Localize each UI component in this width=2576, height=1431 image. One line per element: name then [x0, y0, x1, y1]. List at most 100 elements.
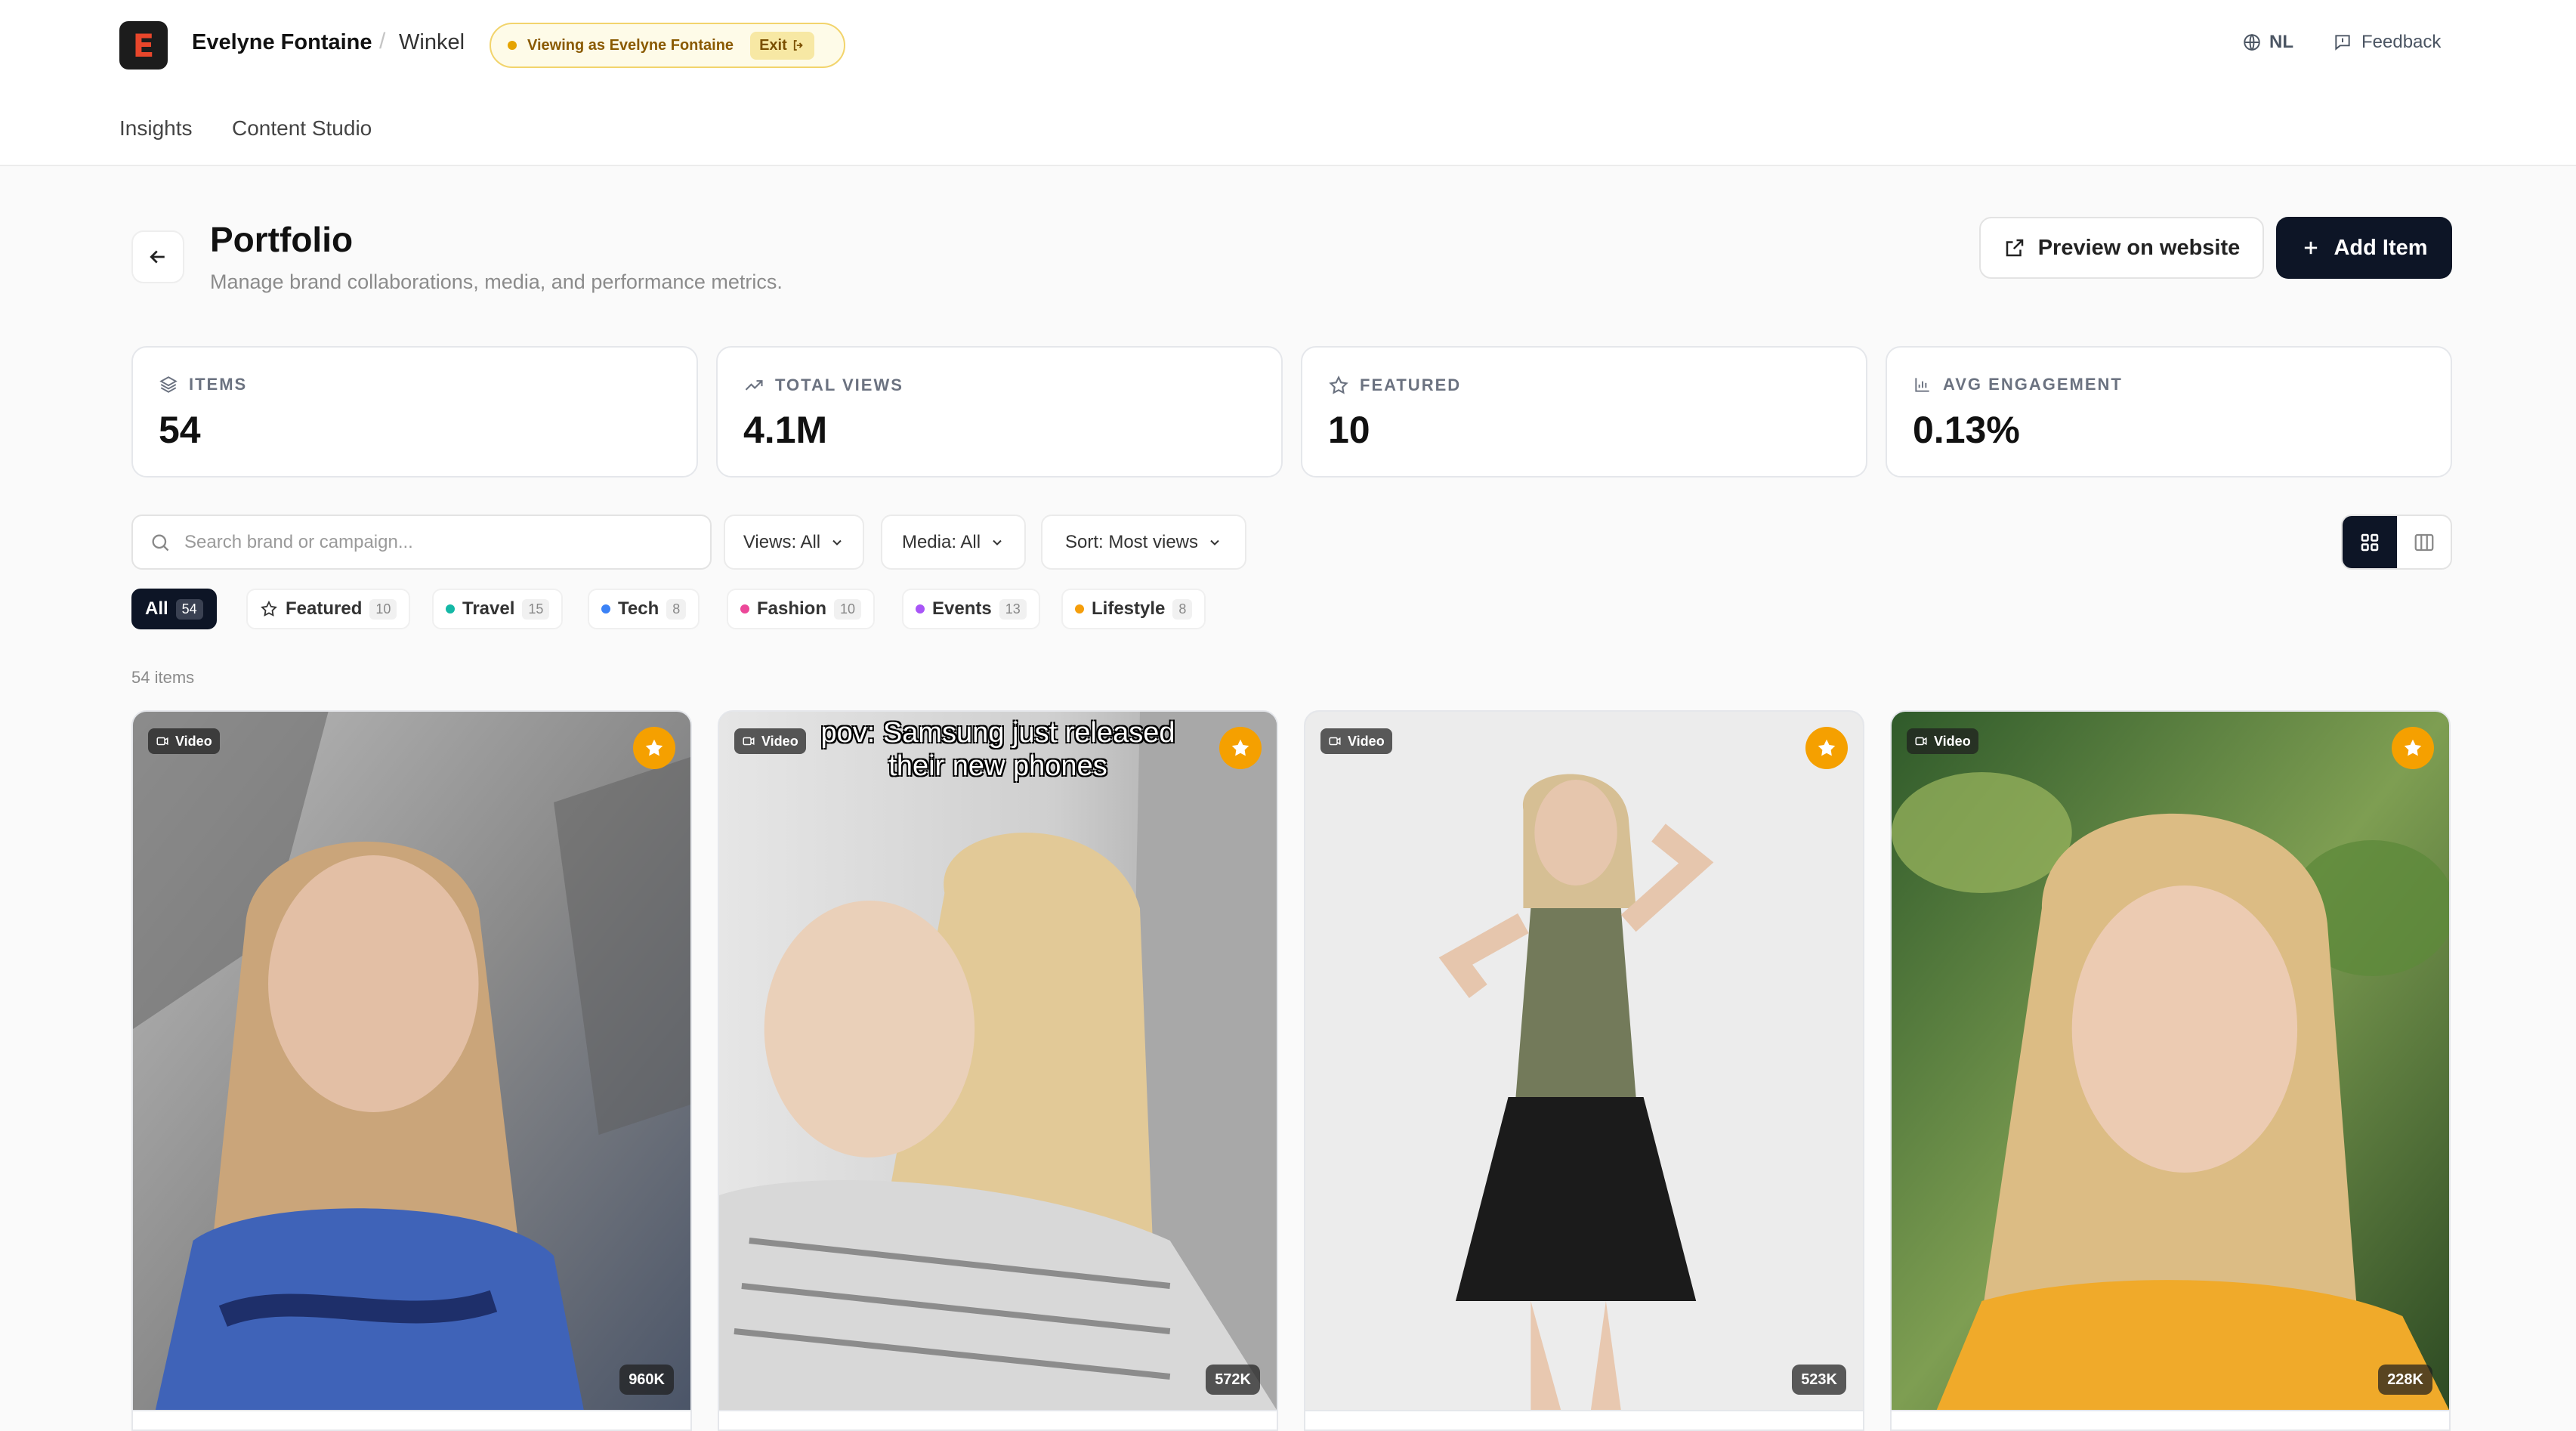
star-icon — [1329, 376, 1348, 394]
media-type-label: Video — [1934, 733, 1971, 749]
search-input[interactable] — [184, 531, 683, 553]
stat-value: 4.1M — [743, 409, 828, 451]
chip-lifestyle[interactable]: Lifestyle 8 — [1061, 589, 1206, 629]
plus-icon — [2305, 241, 2318, 255]
chip-count: 8 — [666, 598, 687, 620]
featured-star-button[interactable] — [1805, 727, 1848, 769]
search-box[interactable] — [131, 515, 712, 570]
chip-count: 15 — [522, 598, 550, 620]
top-bar: E Evelyne Fontaine / Winkel Viewing as E… — [0, 0, 2576, 166]
chip-label: Tech — [618, 598, 659, 619]
stat-card-avg-engagement: AVG ENGAGEMENT 0.13% — [1886, 346, 2452, 478]
media-filter-dropdown[interactable]: Media: All — [881, 515, 1026, 570]
chip-all[interactable]: All 54 — [131, 589, 217, 629]
app-logo[interactable]: E — [119, 21, 168, 70]
chip-travel[interactable]: Travel 15 — [432, 589, 564, 629]
star-outline-icon — [261, 600, 277, 617]
chip-label: Featured — [286, 598, 363, 619]
views-badge: 572K — [1206, 1365, 1260, 1395]
chip-label: Lifestyle — [1092, 598, 1166, 619]
add-item-label: Add Item — [2334, 235, 2428, 260]
chip-label: Travel — [462, 598, 515, 619]
media-filter-label: Media: All — [901, 531, 981, 552]
back-button[interactable] — [131, 230, 184, 283]
video-icon — [1329, 737, 1341, 746]
chip-tech[interactable]: Tech 8 — [588, 589, 700, 629]
caption-line: their new phones — [888, 750, 1107, 782]
views-badge: 523K — [1792, 1365, 1846, 1395]
views-filter-label: Views: All — [743, 531, 821, 552]
star-filled-icon — [1818, 739, 1836, 756]
exit-button[interactable]: Exit — [750, 31, 814, 60]
portfolio-card[interactable]: Video 960K — [131, 710, 692, 1431]
chip-fashion[interactable]: Fashion 10 — [727, 589, 876, 629]
card-footer — [719, 1410, 1277, 1429]
category-dot — [740, 604, 749, 614]
chip-count: 10 — [834, 598, 862, 620]
page-subtitle: Manage brand collaborations, media, and … — [210, 270, 783, 293]
stat-card-items: ITEMS 54 — [131, 346, 698, 478]
portfolio-card[interactable]: Video 523K — [1304, 710, 1864, 1431]
views-badge: 228K — [2378, 1365, 2432, 1395]
featured-star-button[interactable] — [633, 727, 675, 769]
tab-content-studio[interactable]: Content Studio — [232, 116, 372, 141]
card-footer — [1305, 1410, 1863, 1429]
columns-icon — [2414, 533, 2433, 551]
video-icon — [1915, 737, 1927, 746]
view-mode-toggle — [2341, 515, 2452, 570]
column-view-button[interactable] — [2397, 516, 2451, 568]
search-icon — [152, 534, 169, 551]
media-type-label: Video — [1348, 733, 1385, 749]
layers-icon — [159, 376, 178, 393]
breadcrumb-separator: / — [379, 29, 386, 54]
feedback-label: Feedback — [2361, 32, 2442, 52]
views-badge: 960K — [619, 1365, 674, 1395]
card-footer — [133, 1410, 690, 1429]
video-icon — [156, 737, 168, 746]
stat-label: TOTAL VIEWS — [775, 376, 903, 394]
card-footer — [1892, 1410, 2449, 1429]
media-type-badge: Video — [148, 728, 220, 754]
category-dot — [446, 604, 455, 614]
trend-up-icon — [745, 380, 763, 391]
external-link-icon — [2006, 239, 2023, 257]
logo-letter: E — [132, 26, 155, 64]
chip-count: 10 — [369, 598, 397, 620]
shop-name[interactable]: Winkel — [399, 30, 465, 55]
feedback-button[interactable]: Feedback — [2333, 32, 2441, 53]
tab-insights[interactable]: Insights — [119, 116, 193, 141]
page-title: Portfolio — [210, 220, 354, 259]
preview-label: Preview on website — [2037, 235, 2241, 260]
portfolio-card[interactable]: pov: Samsung just released their new pho… — [718, 710, 1278, 1431]
stat-value: 0.13% — [1913, 409, 2020, 451]
status-dot — [508, 41, 517, 50]
preview-website-button[interactable]: Preview on website — [1979, 217, 2264, 279]
chip-count: 54 — [175, 598, 203, 620]
stat-label: AVG ENGAGEMENT — [1943, 375, 2123, 394]
chip-featured[interactable]: Featured 10 — [246, 589, 411, 629]
video-icon — [743, 737, 755, 746]
stat-value: 10 — [1328, 409, 1370, 451]
category-dot — [916, 604, 925, 614]
grid-view-button[interactable] — [2343, 516, 2397, 568]
media-type-label: Video — [175, 733, 212, 749]
account-name[interactable]: Evelyne Fontaine — [192, 30, 372, 55]
featured-star-button[interactable] — [1219, 727, 1262, 769]
stat-card-featured: FEATURED 10 — [1301, 346, 1867, 478]
chip-events[interactable]: Events 13 — [902, 589, 1040, 629]
video-thumbnail — [719, 712, 1277, 1410]
stat-card-total-views: TOTAL VIEWS 4.1M — [716, 346, 1283, 478]
grid-icon — [2361, 533, 2379, 551]
sort-dropdown[interactable]: Sort: Most views — [1041, 515, 1246, 570]
exit-label: Exit — [759, 36, 787, 54]
portfolio-card[interactable]: Video 228K — [1890, 710, 2451, 1431]
views-filter-dropdown[interactable]: Views: All — [724, 515, 864, 570]
video-thumbnail — [1305, 712, 1863, 1410]
chip-count: 8 — [1172, 598, 1193, 620]
chip-count: 13 — [999, 598, 1027, 620]
category-dot — [1075, 604, 1084, 614]
language-switcher[interactable]: NL — [2242, 32, 2293, 53]
impersonation-banner: Viewing as Evelyne Fontaine Exit — [490, 23, 845, 68]
add-item-button[interactable]: Add Item — [2276, 217, 2452, 279]
featured-star-button[interactable] — [2392, 727, 2434, 769]
